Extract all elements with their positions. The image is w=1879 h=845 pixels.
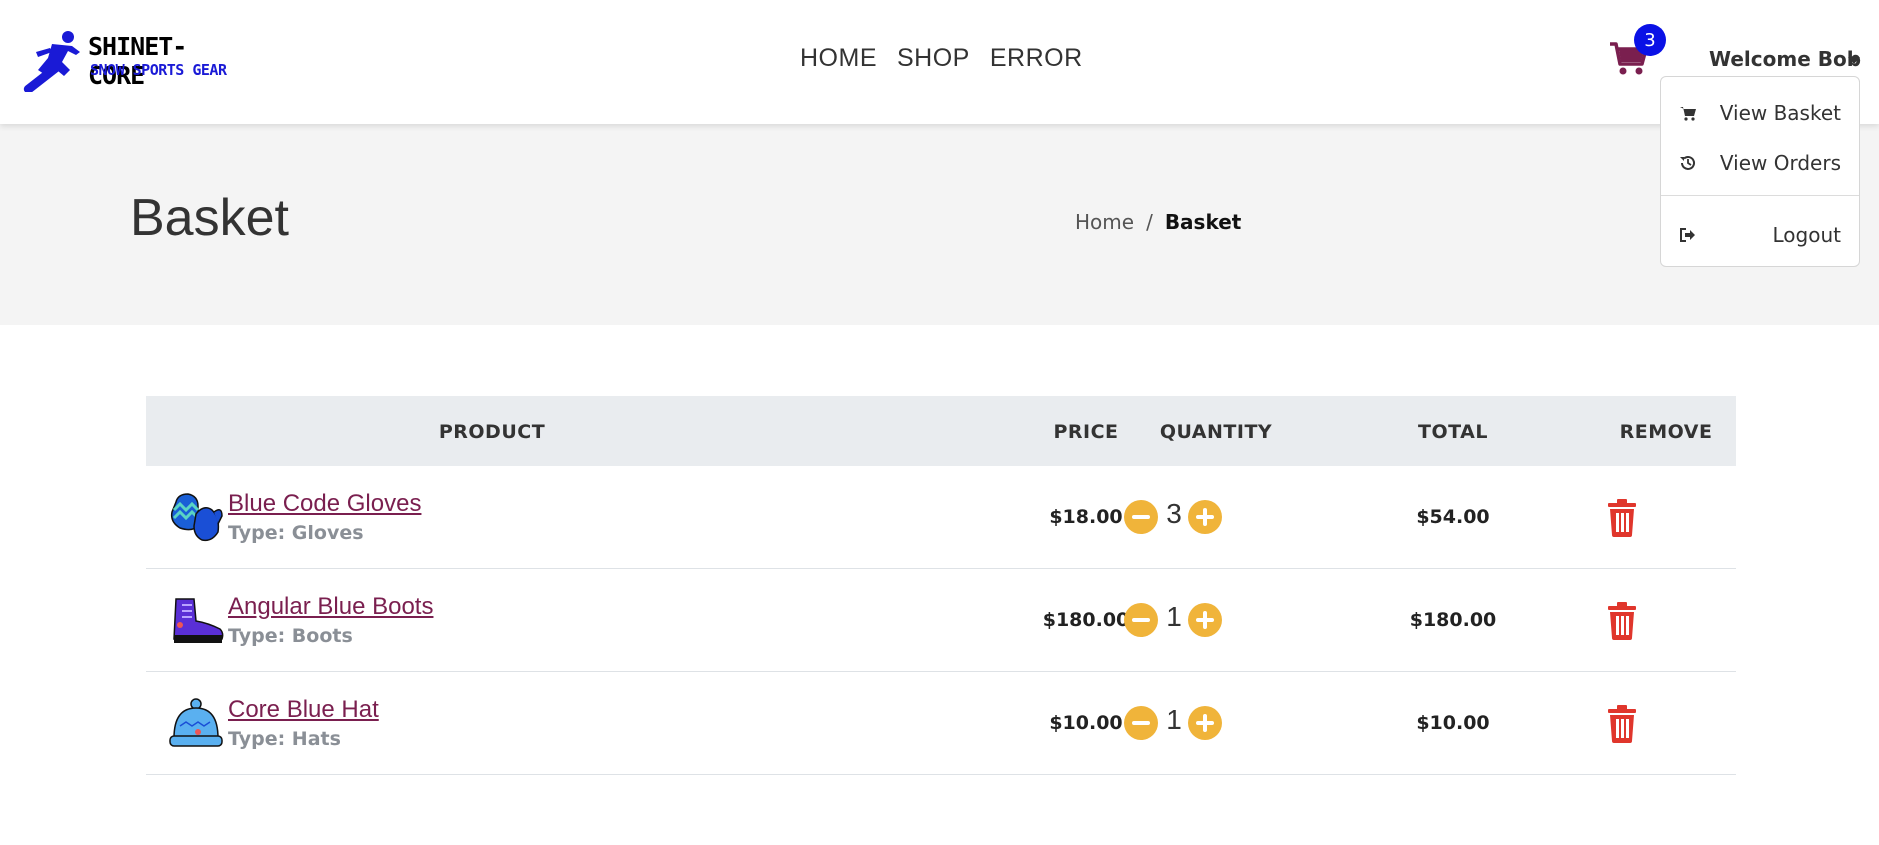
trash-icon[interactable] bbox=[1606, 499, 1638, 537]
breadcrumb: Home / Basket bbox=[1075, 210, 1241, 234]
breadcrumb-separator: / bbox=[1146, 210, 1153, 234]
minus-circle-icon[interactable] bbox=[1124, 603, 1158, 637]
user-menu-toggle[interactable]: Welcome Bob bbox=[1709, 47, 1861, 71]
hat-icon bbox=[169, 698, 223, 747]
product-link[interactable]: Blue Code Gloves bbox=[228, 490, 421, 518]
chevron-down-icon[interactable] bbox=[1848, 57, 1860, 64]
quantity-stepper: 3 bbox=[1124, 498, 1228, 534]
product-type: Type: Hats bbox=[228, 728, 341, 750]
brand-logo[interactable]: SHINET-CORE SNOW SPORTS GEAR bbox=[22, 28, 242, 94]
menu-item-label: Logout bbox=[1772, 223, 1841, 247]
table-row: Blue Code Gloves Type: Gloves $18.00 3 $… bbox=[146, 466, 1736, 569]
history-icon bbox=[1680, 155, 1695, 170]
quantity-stepper: 1 bbox=[1124, 704, 1228, 740]
shopping-cart-icon bbox=[1680, 107, 1696, 121]
menu-item-label: View Basket bbox=[1719, 101, 1841, 125]
menu-divider bbox=[1661, 195, 1859, 196]
quantity-stepper: 1 bbox=[1124, 601, 1228, 637]
table-row: Angular Blue Boots Type: Boots $180.00 1… bbox=[146, 569, 1736, 672]
product-type: Type: Gloves bbox=[228, 522, 364, 544]
user-dropdown-menu: View Basket View Orders Logout bbox=[1660, 76, 1860, 267]
breadcrumb-current: Basket bbox=[1164, 210, 1242, 234]
snowboarder-icon bbox=[23, 31, 80, 92]
minus-circle-icon[interactable] bbox=[1124, 500, 1158, 534]
trash-icon[interactable] bbox=[1606, 705, 1638, 743]
nav-shop[interactable]: SHOP bbox=[897, 44, 970, 73]
product-link[interactable]: Angular Blue Boots bbox=[228, 593, 433, 621]
product-type: Type: Boots bbox=[228, 625, 353, 647]
nav-error[interactable]: ERROR bbox=[990, 44, 1083, 73]
column-header-product: PRODUCT bbox=[438, 421, 546, 443]
column-header-total: TOTAL bbox=[1418, 421, 1488, 443]
plus-circle-icon[interactable] bbox=[1188, 706, 1222, 740]
menu-item-view-basket[interactable]: View Basket bbox=[1661, 92, 1861, 132]
boot-icon bbox=[173, 598, 224, 643]
gloves-icon bbox=[170, 493, 223, 542]
plus-circle-icon[interactable] bbox=[1188, 500, 1222, 534]
nav-home[interactable]: HOME bbox=[800, 44, 877, 73]
quantity-value: 1 bbox=[1166, 704, 1182, 735]
column-header-quantity: QUANTITY bbox=[1159, 421, 1273, 443]
page-title: Basket bbox=[130, 189, 289, 247]
line-total: $54.00 bbox=[1416, 506, 1490, 528]
minus-circle-icon[interactable] bbox=[1124, 706, 1158, 740]
main-nav: HOME SHOP ERROR bbox=[800, 44, 1083, 73]
sign-out-icon bbox=[1680, 228, 1695, 242]
basket-table: PRODUCT PRICE QUANTITY TOTAL REMOVE Blue… bbox=[146, 396, 1736, 775]
page-header-band: Basket Home / Basket bbox=[0, 124, 1879, 325]
quantity-value: 1 bbox=[1166, 601, 1182, 632]
site-header: SHINET-CORE SNOW SPORTS GEAR HOME SHOP E… bbox=[0, 0, 1879, 124]
plus-circle-icon[interactable] bbox=[1188, 603, 1222, 637]
trash-icon[interactable] bbox=[1606, 602, 1638, 640]
cart-count-badge: 3 bbox=[1634, 24, 1666, 56]
column-header-remove: REMOVE bbox=[1619, 421, 1713, 443]
menu-item-label: View Orders bbox=[1719, 151, 1841, 175]
line-total: $10.00 bbox=[1416, 712, 1490, 734]
product-link[interactable]: Core Blue Hat bbox=[228, 696, 379, 724]
menu-item-view-orders[interactable]: View Orders bbox=[1661, 142, 1861, 182]
menu-item-logout[interactable]: Logout bbox=[1661, 214, 1861, 254]
line-total: $180.00 bbox=[1409, 609, 1497, 631]
table-header: PRODUCT PRICE QUANTITY TOTAL REMOVE bbox=[146, 396, 1736, 466]
brand-tagline: SNOW SPORTS GEAR bbox=[90, 61, 227, 79]
breadcrumb-home[interactable]: Home bbox=[1075, 210, 1134, 234]
table-row: Core Blue Hat Type: Hats $10.00 1 $10.00 bbox=[146, 672, 1736, 775]
quantity-value: 3 bbox=[1166, 498, 1182, 529]
